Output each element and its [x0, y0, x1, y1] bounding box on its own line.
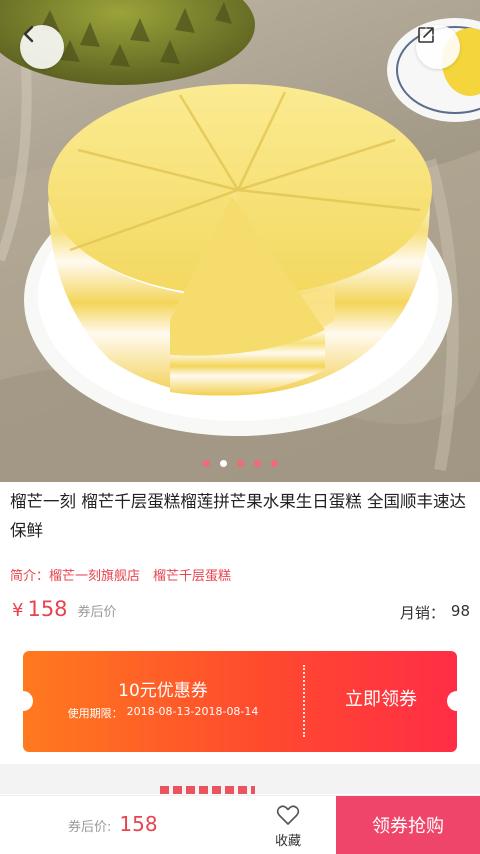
product-intro: 简介： 榴芒一刻旗舰店 榴芒千层蛋糕: [10, 565, 231, 584]
product-title: 榴芒一刻 榴芒千层蛋糕榴莲拼芒果水果生日蛋糕 全国顺丰速达保鲜: [10, 492, 466, 540]
coupon-period-label: 使用期限：: [67, 707, 123, 720]
coupon-period: 使用期限： 2018-08-13-2018-08-14: [23, 705, 303, 721]
chevron-left-icon: [23, 25, 34, 43]
favorite-button[interactable]: 收藏: [256, 804, 320, 849]
price-block: ¥ 158 券后价: [12, 597, 117, 621]
bottom-bar: 券后价: 158 收藏 领券抢购: [0, 795, 480, 854]
carousel-dot[interactable]: [219, 460, 227, 467]
carousel-dot[interactable]: [236, 460, 244, 467]
coupon-amount: 10元优惠券: [118, 681, 208, 701]
back-button[interactable]: [20, 25, 64, 69]
claim-and-buy-button[interactable]: 领券抢购: [336, 796, 480, 854]
share-icon: [418, 27, 434, 43]
carousel-dot[interactable]: [253, 460, 261, 467]
price-note: 券后价: [77, 605, 117, 620]
share-button[interactable]: [416, 25, 460, 69]
bottom-price: 券后价: 158: [68, 812, 158, 836]
intro-label: 简介：: [10, 569, 50, 584]
category-link[interactable]: 榴芒千层蛋糕: [153, 565, 231, 584]
bottom-price-label: 券后价:: [68, 820, 112, 835]
claim-coupon-button[interactable]: 立即领券: [305, 685, 457, 711]
carousel-dot[interactable]: [202, 460, 210, 467]
coupon-card[interactable]: 10元优惠券 使用期限： 2018-08-13-2018-08-14 立即领券: [13, 651, 467, 752]
favorite-label: 收藏: [274, 834, 301, 849]
carousel-dot[interactable]: [270, 460, 278, 467]
price-value: 158: [27, 597, 68, 621]
heart-outline-icon: [276, 805, 300, 825]
carousel-indicator: [0, 460, 480, 467]
sales-label: 月销：: [399, 604, 445, 622]
currency-symbol: ¥: [12, 600, 24, 621]
bottom-price-value: 158: [119, 812, 158, 836]
section-heading-peek: [160, 786, 255, 794]
product-image[interactable]: [0, 0, 480, 482]
coupon-period-value: 2018-08-13-2018-08-14: [126, 705, 259, 718]
monthly-sales: 月销： 98: [400, 602, 470, 623]
sales-count: 98: [450, 602, 470, 620]
cake-photo: [0, 0, 480, 482]
shop-name-link[interactable]: 榴芒一刻旗舰店: [49, 565, 140, 584]
